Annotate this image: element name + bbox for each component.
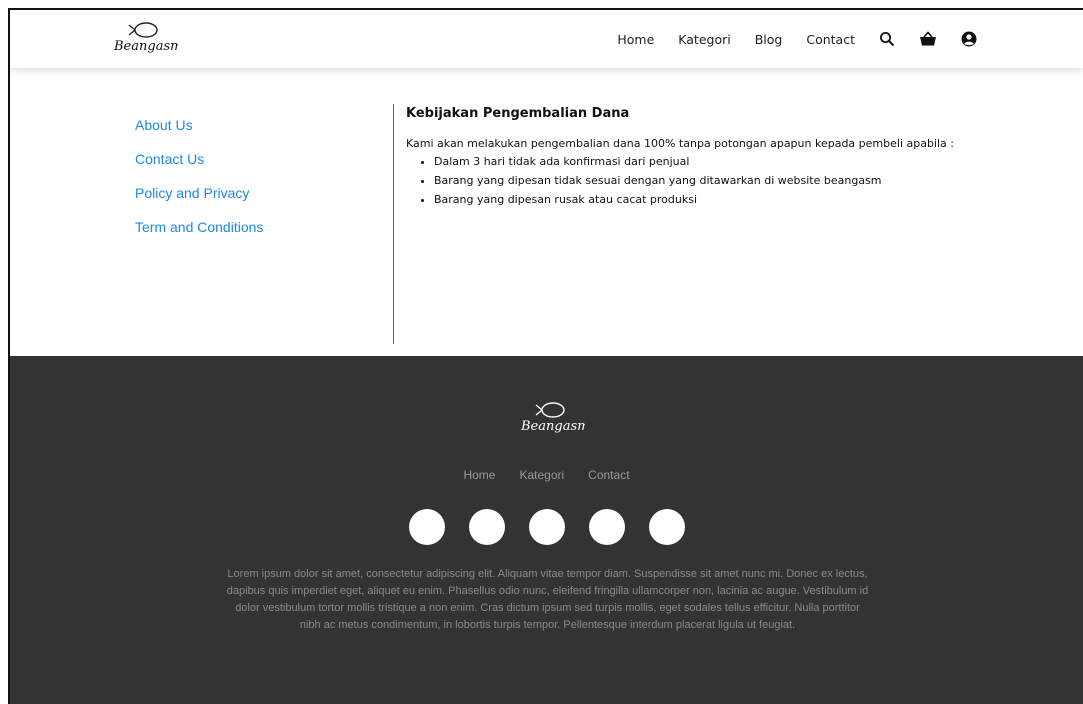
main-content: About Us Contact Us Policy and Privacy T…: [10, 68, 1083, 356]
article-title: Kebijakan Pengembalian Dana: [406, 106, 630, 121]
condition-list: Dalam 3 hari tidak ada konfirmasi dari p…: [406, 152, 966, 209]
article-intro: Kami akan melakukan pengembalian dana 10…: [406, 137, 954, 150]
footer-logo-text: Beangasm: [520, 419, 585, 434]
footer-link-home[interactable]: Home: [463, 468, 495, 482]
info-sidebar: About Us Contact Us Policy and Privacy T…: [135, 116, 263, 252]
sidebar-item-about-us[interactable]: About Us: [135, 116, 263, 134]
search-icon[interactable]: [879, 31, 895, 47]
logo-text: Beangasm: [113, 39, 178, 54]
footer-nav: Home Kategori Contact: [10, 468, 1083, 482]
main-nav: Home Kategori Blog Contact: [617, 10, 977, 68]
list-item: Barang yang dipesan rusak atau cacat pro…: [434, 190, 966, 209]
site-footer: Beangasm Home Kategori Contact Lorem ips…: [10, 356, 1083, 704]
beangasm-logo[interactable]: Beangasm: [108, 18, 178, 60]
social-link-1[interactable]: [408, 509, 445, 545]
footer-logo[interactable]: Beangasm: [515, 398, 585, 440]
list-item: Dalam 3 hari tidak ada konfirmasi dari p…: [434, 152, 966, 171]
list-item: Barang yang dipesan tidak sesuai dengan …: [434, 171, 966, 190]
nav-home[interactable]: Home: [617, 32, 654, 47]
footer-link-kategori[interactable]: Kategori: [519, 468, 564, 482]
social-links: [10, 509, 1083, 545]
page-frame: Beangasm Home Kategori Blog Contact Abou…: [8, 8, 1083, 704]
top-navbar: Beangasm Home Kategori Blog Contact: [10, 10, 1083, 68]
social-link-2[interactable]: [468, 509, 505, 545]
nav-kategori[interactable]: Kategori: [678, 32, 730, 47]
basket-icon[interactable]: [919, 31, 937, 47]
nav-blog[interactable]: Blog: [755, 32, 783, 47]
sidebar-item-policy-privacy[interactable]: Policy and Privacy: [135, 184, 263, 202]
footer-description: Lorem ipsum dolor sit amet, consectetur …: [226, 568, 869, 631]
social-link-4[interactable]: [588, 509, 625, 545]
nav-contact[interactable]: Contact: [806, 32, 855, 47]
sidebar-item-contact-us[interactable]: Contact Us: [135, 150, 263, 168]
policy-article: Kebijakan Pengembalian Dana Kami akan me…: [406, 106, 966, 209]
vertical-divider: [393, 104, 394, 344]
footer-link-contact[interactable]: Contact: [588, 468, 629, 482]
user-icon[interactable]: [961, 31, 977, 47]
sidebar-item-terms[interactable]: Term and Conditions: [135, 218, 263, 236]
social-link-3[interactable]: [528, 509, 565, 545]
social-link-5[interactable]: [648, 509, 685, 545]
